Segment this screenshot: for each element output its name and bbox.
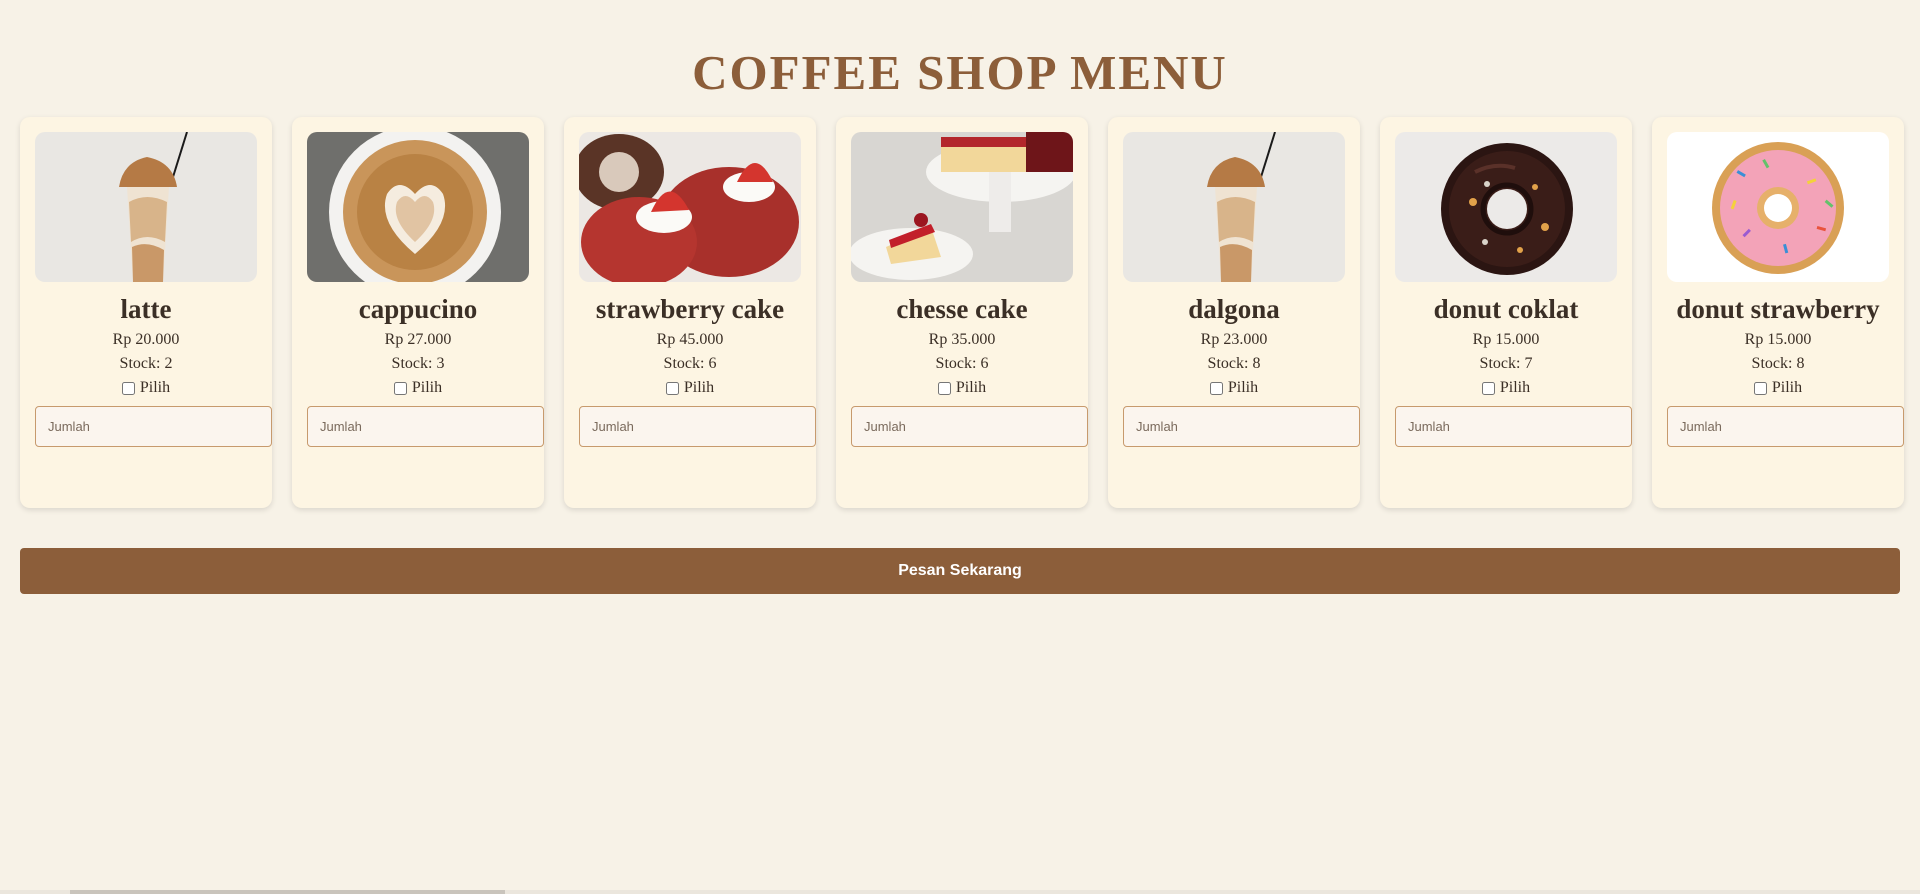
iced-coffee-image — [1123, 132, 1345, 282]
select-checkbox-donut-strawberry[interactable]: Pilih — [1667, 376, 1889, 400]
menu-card-stock: Stock: 6 — [663, 355, 717, 372]
select-checkbox[interactable] — [665, 381, 679, 395]
select-label: Pilih — [955, 379, 987, 396]
select-label: Pilih — [1499, 379, 1531, 396]
menu-card-price: Rp 27.000 — [384, 331, 452, 348]
menu-card-latte: latte Rp 20.000 Stock: 2 Pilih — [20, 117, 272, 508]
menu-card-price: Rp 15.000 — [1744, 331, 1812, 348]
roll-cake-image — [579, 132, 801, 282]
select-checkbox-cappucino[interactable]: Pilih — [307, 376, 529, 400]
menu-card-price: Rp 23.000 — [1200, 331, 1268, 348]
menu-card-dalgona: dalgona Rp 23.000 Stock: 8 Pilih — [1108, 117, 1360, 508]
select-checkbox-donut-coklat[interactable]: Pilih — [1395, 376, 1617, 400]
quantity-input-cappucino[interactable] — [307, 406, 544, 447]
menu-card-chesse-cake: chesse cake Rp 35.000 Stock: 6 Pilih — [836, 117, 1088, 508]
menu-card-name: donut coklat — [1433, 294, 1579, 324]
select-checkbox[interactable] — [1753, 381, 1767, 395]
menu-card-price: Rp 20.000 — [112, 331, 180, 348]
menu-card-strawberry-cake: strawberry cake Rp 45.000 Stock: 6 Pilih — [564, 117, 816, 508]
menu-card-stock: Stock: 6 — [935, 355, 989, 372]
menu-card-stock: Stock: 7 — [1479, 355, 1533, 372]
menu-card-name: dalgona — [1188, 294, 1280, 324]
select-label: Pilih — [411, 379, 443, 396]
menu-card-stock: Stock: 8 — [1207, 355, 1261, 372]
latte-art-image — [307, 132, 529, 282]
select-label: Pilih — [683, 379, 715, 396]
menu-card-stock: Stock: 8 — [1751, 355, 1805, 372]
order-now-button[interactable]: Pesan Sekarang — [20, 548, 1900, 594]
select-checkbox-strawberry-cake[interactable]: Pilih — [579, 376, 801, 400]
menu-card-name: latte — [120, 294, 172, 324]
chocolate-donut-image — [1395, 132, 1617, 282]
menu-card-stock: Stock: 2 — [119, 355, 173, 372]
quantity-input-chesse-cake[interactable] — [851, 406, 1088, 447]
cheesecake-image — [851, 132, 1073, 282]
select-checkbox[interactable] — [937, 381, 951, 395]
menu-card-price: Rp 35.000 — [928, 331, 996, 348]
quantity-input-dalgona[interactable] — [1123, 406, 1360, 447]
menu-card-name: chesse cake — [896, 294, 1028, 324]
menu-card-price: Rp 45.000 — [656, 331, 724, 348]
select-checkbox-chesse-cake[interactable]: Pilih — [851, 376, 1073, 400]
pink-donut-image — [1667, 132, 1889, 282]
select-checkbox[interactable] — [121, 381, 135, 395]
horizontal-scrollbar[interactable] — [0, 890, 1920, 894]
menu-card-donut-strawberry: donut strawberry Rp 15.000 Stock: 8 Pili… — [1652, 117, 1904, 508]
quantity-input-donut-strawberry[interactable] — [1667, 406, 1904, 447]
select-checkbox[interactable] — [1481, 381, 1495, 395]
select-checkbox-latte[interactable]: Pilih — [35, 376, 257, 400]
quantity-input-latte[interactable] — [35, 406, 272, 447]
select-label: Pilih — [1771, 379, 1803, 396]
iced-coffee-image — [35, 132, 257, 282]
menu-card-name: cappucino — [358, 294, 478, 324]
select-label: Pilih — [1227, 379, 1259, 396]
menu-card-cappucino: cappucino Rp 27.000 Stock: 3 Pilih — [292, 117, 544, 508]
scrollbar-thumb[interactable] — [70, 890, 505, 894]
menu-card-stock: Stock: 3 — [391, 355, 445, 372]
select-checkbox[interactable] — [1209, 381, 1223, 395]
select-checkbox[interactable] — [393, 381, 407, 395]
page-title: COFFEE SHOP MENU — [692, 45, 1228, 100]
menu-card-name: donut strawberry — [1676, 294, 1880, 324]
menu-card-name: strawberry cake — [595, 294, 785, 324]
menu-card-donut-coklat: donut coklat Rp 15.000 Stock: 7 Pilih — [1380, 117, 1632, 508]
menu-card-price: Rp 15.000 — [1472, 331, 1540, 348]
select-checkbox-dalgona[interactable]: Pilih — [1123, 376, 1345, 400]
select-label: Pilih — [139, 379, 171, 396]
quantity-input-donut-coklat[interactable] — [1395, 406, 1632, 447]
quantity-input-strawberry-cake[interactable] — [579, 406, 816, 447]
menu-grid: latte Rp 20.000 Stock: 2 Pilih cappucino… — [20, 117, 1904, 508]
